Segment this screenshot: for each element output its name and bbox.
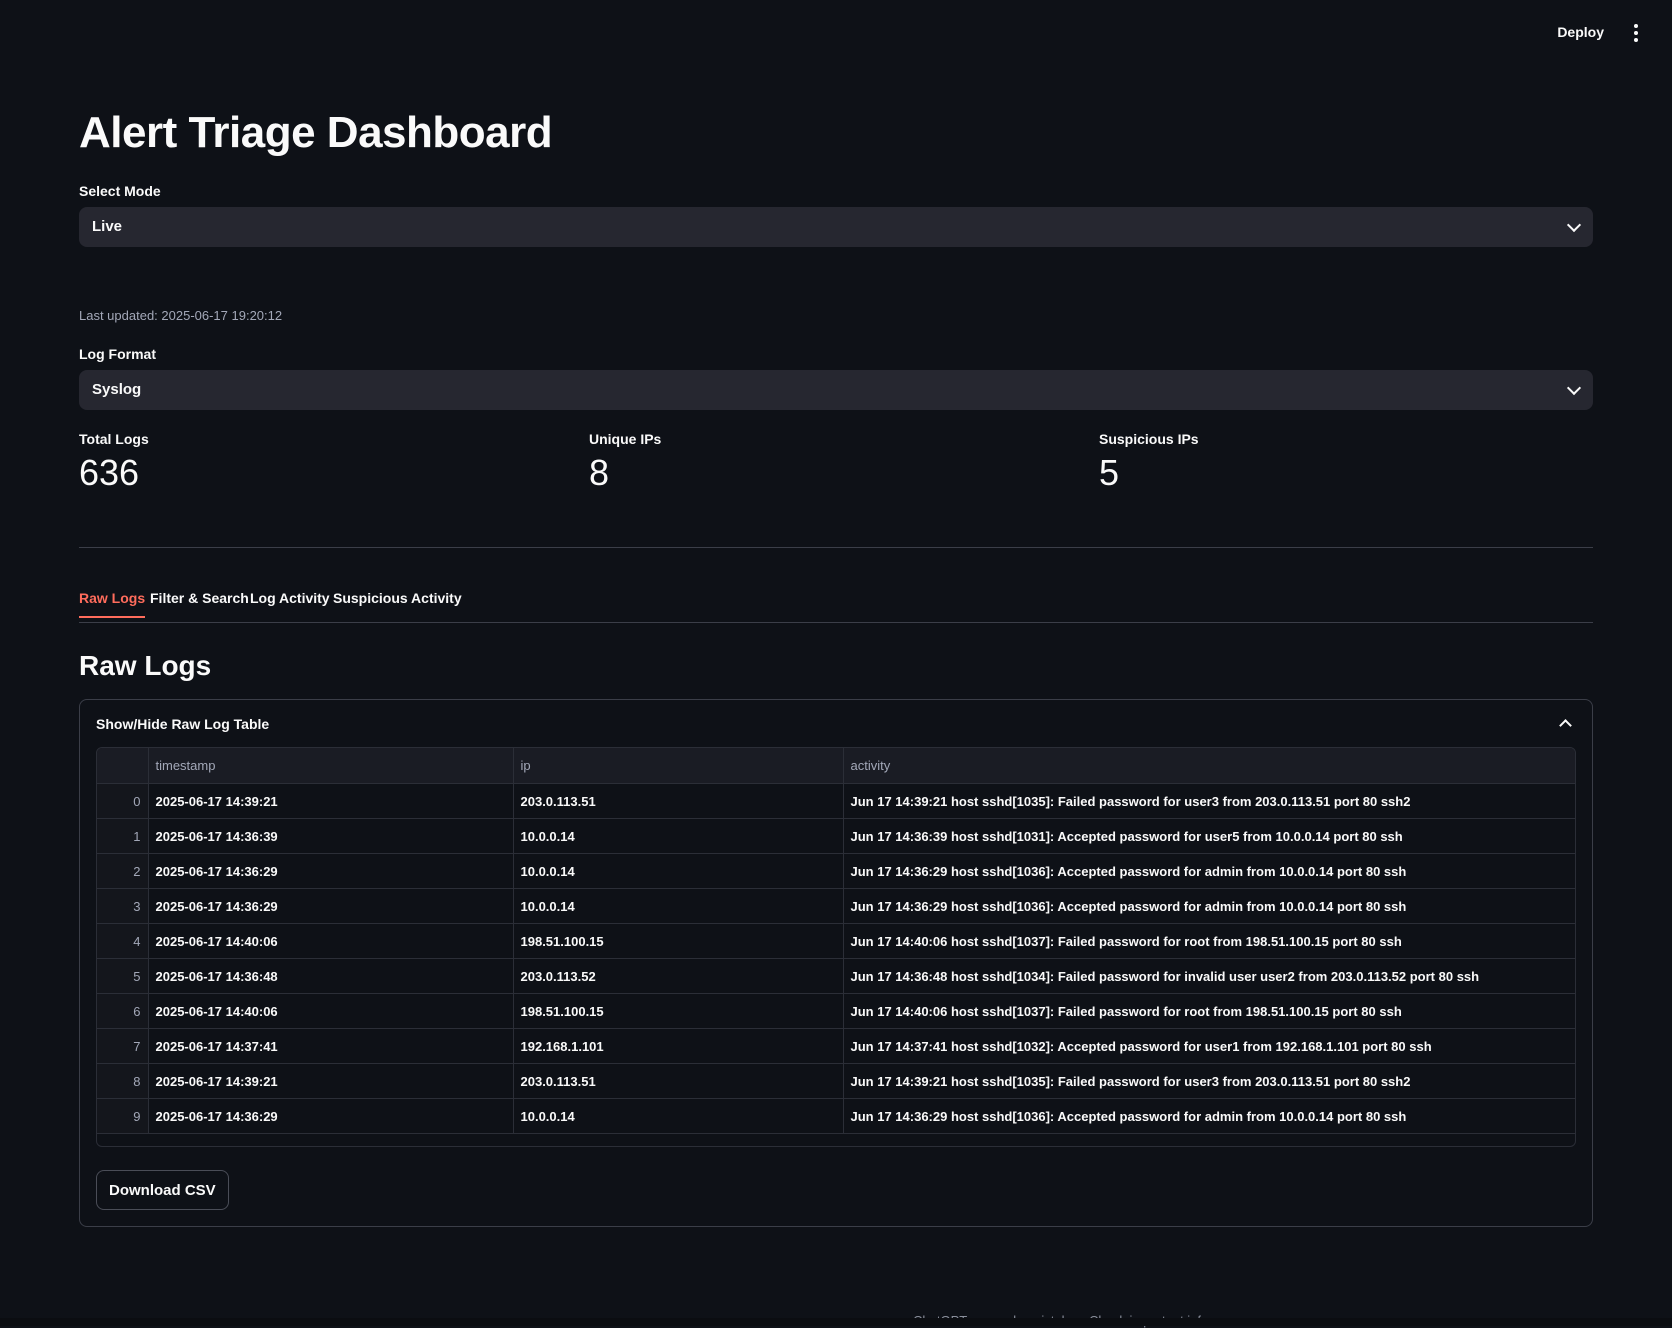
cell-index[interactable]: 9	[97, 1098, 149, 1134]
table-row: 3 2025-06-17 14:36:29 10.0.0.14 Jun 17 14:3…	[97, 888, 1575, 924]
more-menu-icon[interactable]	[1626, 20, 1646, 44]
cell-activity[interactable]: Jun 17 14:36:29 host sshd[1036]: Accepte…	[843, 1098, 1575, 1134]
table-row: 1 2025-06-17 14:36:39 10.0.0.14 Jun 17 14:3…	[97, 818, 1575, 854]
cell-activity[interactable]: Jun 17 14:40:06 host sshd[1037]: Failed …	[843, 923, 1575, 959]
cell-activity[interactable]: Jun 17 14:40:06 host sshd[1037]: Failed …	[843, 993, 1575, 1029]
cell-ip[interactable]: 10.0.0.14	[513, 1098, 844, 1134]
cell-ip[interactable]: 198.51.100.15	[513, 923, 844, 959]
table-row: 7 2025-06-17 14:37:41 192.168.1.101 Jun 17 …	[97, 1028, 1575, 1064]
cell-ip[interactable]: 203.0.113.51	[513, 1063, 844, 1099]
window-bottom-edge	[0, 1318, 1672, 1326]
column-header-index[interactable]	[97, 748, 149, 784]
table-header-row: timestamp ip activity	[97, 748, 1575, 784]
cell-timestamp[interactable]: 2025-06-17 14:36:48	[148, 958, 514, 994]
cell-index[interactable]: 0	[97, 783, 149, 819]
metric-total-logs-label: Total Logs	[79, 431, 149, 447]
metric-unique-ips-value: 8	[589, 452, 610, 493]
cell-index[interactable]: 2	[97, 853, 149, 889]
cell-ip[interactable]: 10.0.0.14	[513, 888, 844, 924]
cell-timestamp[interactable]: 2025-06-17 14:39:21	[148, 783, 514, 819]
raw-log-table[interactable]: timestamp ip activity 0 2025-06-17 14:39:…	[96, 747, 1576, 1147]
column-header-timestamp[interactable]: timestamp	[148, 748, 514, 784]
cell-ip[interactable]: 203.0.113.52	[513, 958, 844, 994]
metric-total-logs-value: 636	[79, 452, 140, 493]
cell-activity[interactable]: Jun 17 14:37:41 host sshd[1032]: Accepte…	[843, 1028, 1575, 1064]
metric-suspicious-ips-label: Suspicious IPs	[1099, 431, 1199, 447]
cell-activity[interactable]: Jun 17 14:39:21 host sshd[1035]: Failed …	[843, 783, 1575, 819]
divider	[79, 547, 1593, 548]
cell-timestamp[interactable]: 2025-06-17 14:36:29	[148, 853, 514, 889]
cell-ip[interactable]: 10.0.0.14	[513, 853, 844, 889]
metric-suspicious-ips-value: 5	[1099, 452, 1120, 493]
expander-title: Show/Hide Raw Log Table	[96, 716, 270, 732]
tab-filter-search[interactable]: Filter & Search	[150, 590, 249, 616]
cell-index[interactable]: 1	[97, 818, 149, 854]
cell-timestamp[interactable]: 2025-06-17 14:36:39	[148, 818, 514, 854]
cell-index[interactable]: 8	[97, 1063, 149, 1099]
cell-ip[interactable]: 10.0.0.14	[513, 818, 844, 854]
cell-activity[interactable]: Jun 17 14:36:48 host sshd[1034]: Failed …	[843, 958, 1575, 994]
chevron-down-icon	[1566, 380, 1582, 396]
cell-index[interactable]: 7	[97, 1028, 149, 1064]
mode-select-value: Live	[92, 218, 123, 235]
table-row: 8 2025-06-17 14:39:21 203.0.113.51 Jun 17 1…	[97, 1063, 1575, 1099]
tab-log-activity[interactable]: Log Activity	[250, 590, 330, 616]
table-row: 5 2025-06-17 14:36:48 203.0.113.52 Jun 17 1…	[97, 958, 1575, 994]
chevron-down-icon	[1566, 217, 1582, 233]
cell-ip[interactable]: 198.51.100.15	[513, 993, 844, 1029]
cell-activity[interactable]: Jun 17 14:36:29 host sshd[1036]: Accepte…	[843, 888, 1575, 924]
tab-suspicious-activity[interactable]: Suspicious Activity	[333, 590, 462, 616]
table-row: 2 2025-06-17 14:36:29 10.0.0.14 Jun 17 14:3…	[97, 853, 1575, 889]
log-format-label: Log Format	[79, 346, 156, 362]
cell-timestamp[interactable]: 2025-06-17 14:39:21	[148, 1063, 514, 1099]
table-row: 4 2025-06-17 14:40:06 198.51.100.15 Jun 17 …	[97, 923, 1575, 959]
raw-log-expander: Show/Hide Raw Log Table timestamp ip act…	[79, 699, 1593, 1227]
chevron-up-icon	[1559, 719, 1572, 732]
download-csv-button[interactable]: Download CSV	[96, 1170, 229, 1210]
tab-raw-logs[interactable]: Raw Logs	[79, 590, 146, 618]
mode-select[interactable]: Live	[79, 207, 1593, 247]
cell-timestamp[interactable]: 2025-06-17 14:37:41	[148, 1028, 514, 1064]
cell-activity[interactable]: Jun 17 14:36:29 host sshd[1036]: Accepte…	[843, 853, 1575, 889]
cell-ip[interactable]: 203.0.113.51	[513, 783, 844, 819]
table-row: 0 2025-06-17 14:39:21 203.0.113.51 Jun 17 1…	[97, 783, 1575, 819]
mode-label: Select Mode	[79, 183, 161, 199]
cell-timestamp[interactable]: 2025-06-17 14:36:29	[148, 1098, 514, 1134]
cell-activity[interactable]: Jun 17 14:39:21 host sshd[1035]: Failed …	[843, 1063, 1575, 1099]
metric-unique-ips-label: Unique IPs	[589, 431, 662, 447]
cell-timestamp[interactable]: 2025-06-17 14:40:06	[148, 923, 514, 959]
cell-index[interactable]: 3	[97, 888, 149, 924]
last-updated-text: Last updated: 2025-06-17 19:20:12	[79, 308, 283, 323]
deploy-button[interactable]: Deploy	[1549, 20, 1612, 44]
tab-bar: Raw Logs Filter & Search Log Activity Su…	[79, 590, 1593, 623]
cell-ip[interactable]: 192.168.1.101	[513, 1028, 844, 1064]
section-title: Raw Logs	[79, 650, 212, 681]
cell-timestamp[interactable]: 2025-06-17 14:36:29	[148, 888, 514, 924]
column-header-activity[interactable]: activity	[843, 748, 1575, 784]
log-format-select[interactable]: Syslog	[79, 370, 1593, 410]
top-bar: Deploy	[0, 0, 1672, 62]
column-header-ip[interactable]: ip	[513, 748, 844, 784]
log-format-select-value: Syslog	[92, 381, 142, 398]
cell-index[interactable]: 6	[97, 993, 149, 1029]
cell-activity[interactable]: Jun 17 14:36:39 host sshd[1031]: Accepte…	[843, 818, 1575, 854]
table-row: 6 2025-06-17 14:40:06 198.51.100.15 Jun 17 …	[97, 993, 1575, 1029]
table-row: 9 2025-06-17 14:36:29 10.0.0.14 Jun 17 14:3…	[97, 1098, 1575, 1134]
page-title: Alert Triage Dashboard	[79, 108, 553, 157]
cell-index[interactable]: 4	[97, 923, 149, 959]
cell-index[interactable]: 5	[97, 958, 149, 994]
expander-toggle[interactable]: Show/Hide Raw Log Table	[80, 700, 1592, 746]
cell-timestamp[interactable]: 2025-06-17 14:40:06	[148, 993, 514, 1029]
